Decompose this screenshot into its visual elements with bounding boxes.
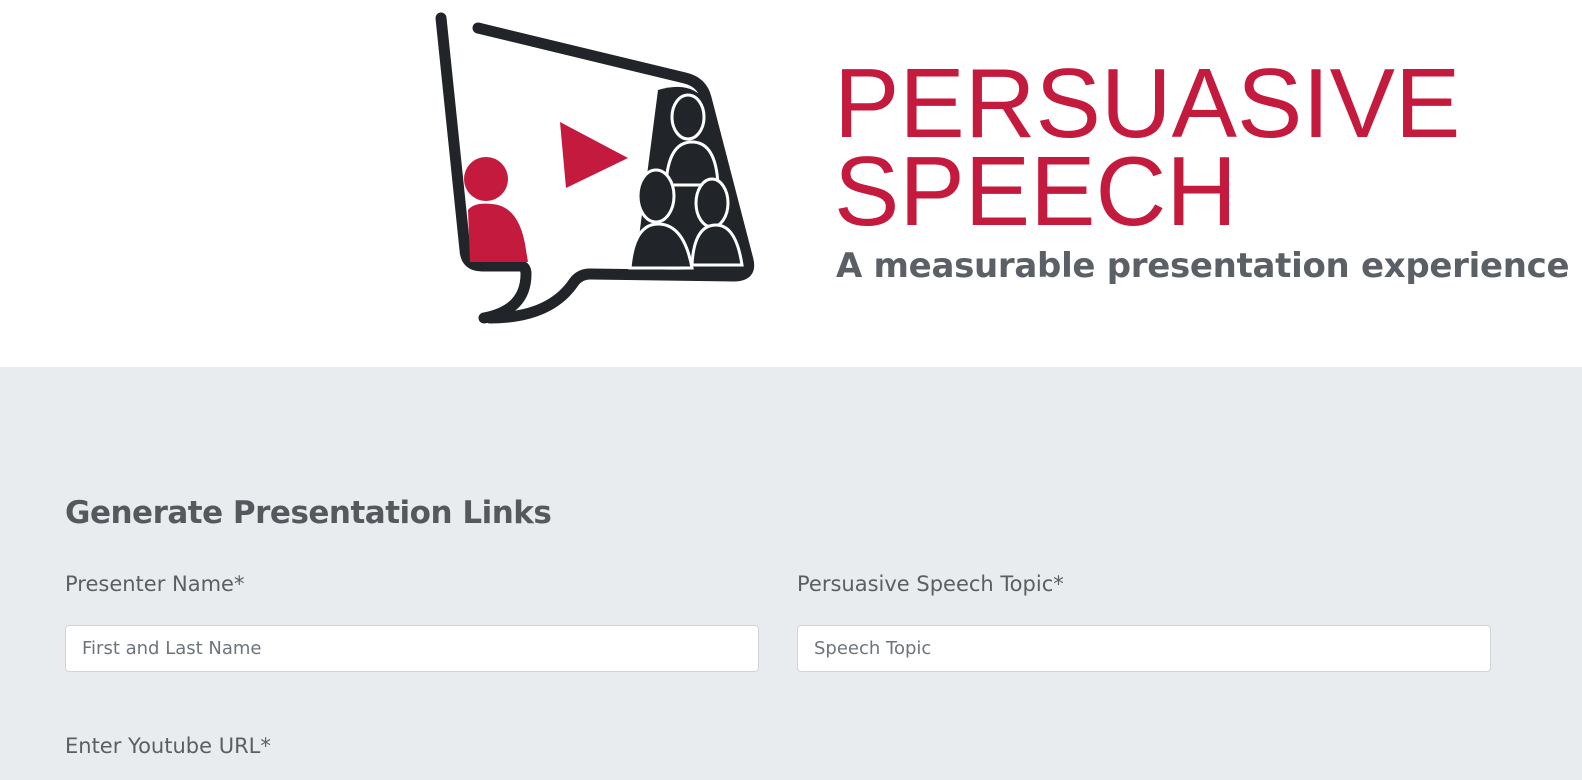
page-header: PERSUASIVE SPEECH A measurable presentat…: [0, 0, 1582, 367]
presenter-name-input[interactable]: [65, 625, 759, 672]
brand-tagline: A measurable presentation experience: [836, 246, 1570, 286]
youtube-url-label: Enter Youtube URL*: [65, 734, 271, 758]
speech-topic-input[interactable]: [797, 625, 1491, 672]
speech-topic-label: Persuasive Speech Topic*: [797, 572, 1064, 596]
speech-bubble-presentation-logo-icon: [435, 12, 755, 324]
form-title: Generate Presentation Links: [65, 495, 552, 531]
presenter-name-label: Presenter Name*: [65, 572, 245, 596]
presentation-links-form: Generate Presentation Links Presenter Na…: [0, 367, 1582, 780]
brand-title-line-2: SPEECH: [834, 136, 1238, 246]
